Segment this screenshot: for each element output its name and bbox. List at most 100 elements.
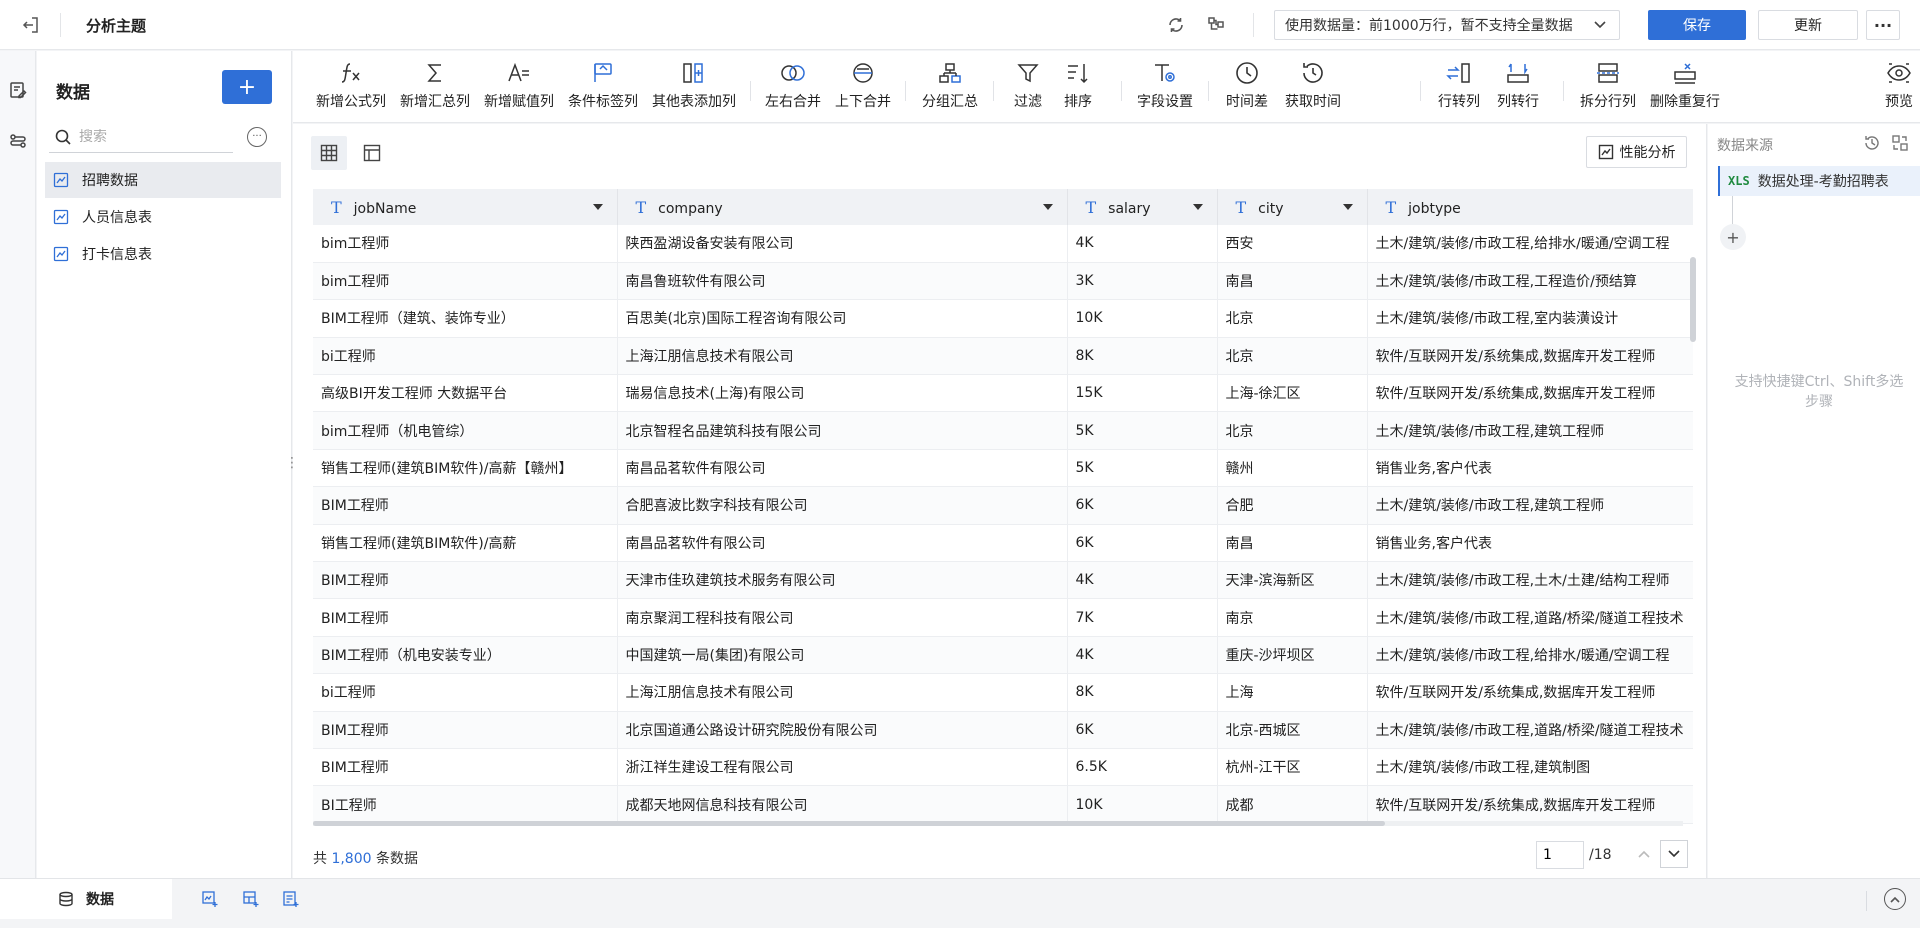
table-cell-jobName[interactable]: bim工程师 xyxy=(313,225,618,263)
table-cell-company[interactable]: 上海江朋信息技术有限公司 xyxy=(617,673,1068,712)
add-data-button[interactable]: + xyxy=(222,70,272,104)
table-cell-jobtype[interactable]: 软件/互联网开发/系统集成,数据库开发工程师 xyxy=(1367,673,1693,712)
table-cell-jobName[interactable]: bim工程师（机电管综） xyxy=(313,411,618,450)
table-cell-company[interactable]: 百思美(北京)国际工程咨询有限公司 xyxy=(617,299,1068,338)
table-cell-company[interactable]: 成都天地网信息科技有限公司 xyxy=(617,785,1068,824)
table-cell-salary[interactable]: 6K xyxy=(1067,486,1218,525)
chevron-down-icon[interactable] xyxy=(1660,840,1688,868)
tool-sort[interactable]: 排序 xyxy=(1054,57,1102,117)
caret-down-icon[interactable] xyxy=(1342,204,1353,210)
data-edit-icon[interactable] xyxy=(6,78,30,102)
lineage-icon[interactable] xyxy=(1203,13,1229,37)
table-cell-jobtype[interactable]: 土木/建筑/装修/市政工程,给排水/暖通/空调工程 xyxy=(1367,636,1693,675)
table-cell-jobtype[interactable]: 销售业务,客户代表 xyxy=(1367,524,1693,563)
table-row[interactable]: 高级BI开发工程师 大数据平台 瑞易信息技术(上海)有限公司 15K 上海-徐汇区 软件… xyxy=(313,374,1693,413)
search-input[interactable] xyxy=(79,128,219,145)
table-cell-city[interactable]: 杭州-江干区 xyxy=(1217,748,1368,787)
tool-filter[interactable]: 过滤 xyxy=(1004,57,1052,117)
add-dashboard-icon[interactable] xyxy=(239,887,263,911)
table-cell-jobName[interactable]: BIM工程师（建筑、装饰专业） xyxy=(313,299,618,338)
table-cell-jobName[interactable]: BI工程师 xyxy=(313,785,618,824)
table-cell-company[interactable]: 天津市佳玖建筑技术服务有限公司 xyxy=(617,561,1068,600)
table-cell-salary[interactable]: 10K xyxy=(1067,299,1218,338)
table-cell-city[interactable]: 重庆-沙坪坝区 xyxy=(1217,636,1368,675)
table-cell-company[interactable]: 浙江祥生建设工程有限公司 xyxy=(617,748,1068,787)
table-cell-city[interactable]: 西安 xyxy=(1217,225,1368,263)
table-cell-jobName[interactable]: 高级BI开发工程师 大数据平台 xyxy=(313,374,618,413)
tool-add-column-from-table[interactable]: 其他表添加列 xyxy=(649,57,739,117)
grid-view-icon[interactable] xyxy=(311,136,347,170)
table-cell-jobtype[interactable]: 土木/建筑/装修/市政工程,室内装潢设计 xyxy=(1367,299,1693,338)
data-volume-select[interactable]: 使用数据量：前1000万行，暂不支持全量数据 xyxy=(1274,10,1620,40)
table-row[interactable]: BIM工程师（机电安装专业） 中国建筑一局(集团)有限公司 4K 重庆-沙坪坝区 土木/… xyxy=(313,636,1693,675)
table-cell-jobName[interactable]: BIM工程师（机电安装专业） xyxy=(313,636,618,675)
table-row[interactable]: 销售工程师(建筑BIM软件)/高薪【赣州】 南昌品茗软件有限公司 5K 赣州 销售业务,… xyxy=(313,449,1693,488)
table-cell-city[interactable]: 上海 xyxy=(1217,673,1368,712)
table-cell-jobtype[interactable]: 土木/建筑/装修/市政工程,工程造价/预结算 xyxy=(1367,262,1693,301)
tool-condition-tag-column[interactable]: 条件标签列 xyxy=(565,57,641,117)
table-row[interactable]: bim工程师 陕西盈湖设备安装有限公司 4K 西安 土木/建筑/装修/市政工程,给排水/… xyxy=(313,225,1693,263)
table-cell-salary[interactable]: 10K xyxy=(1067,785,1218,824)
performance-analysis-button[interactable]: 性能分析 xyxy=(1586,136,1687,168)
table-row[interactable]: BI工程师 成都天地网信息科技有限公司 10K 成都 软件/互联网开发/系统集成,数据库… xyxy=(313,785,1693,824)
sidebar-item-recruitment[interactable]: 招聘数据 xyxy=(45,162,281,198)
more-options-button[interactable]: ··· xyxy=(1866,10,1900,40)
table-row[interactable]: BIM工程师 天津市佳玖建筑技术服务有限公司 4K 天津-滨海新区 土木/建筑/装修/市… xyxy=(313,561,1693,600)
tab-data[interactable]: 数据 xyxy=(0,879,172,919)
collapse-panel-icon[interactable] xyxy=(1890,133,1910,153)
table-cell-salary[interactable]: 15K xyxy=(1067,374,1218,413)
table-cell-company[interactable]: 合肥喜波比数字科技有限公司 xyxy=(617,486,1068,525)
add-report-icon[interactable] xyxy=(279,887,303,911)
add-step-button[interactable]: + xyxy=(1720,224,1746,250)
table-cell-jobtype[interactable]: 土木/建筑/装修/市政工程,给排水/暖通/空调工程 xyxy=(1367,225,1693,263)
model-icon[interactable] xyxy=(6,129,30,153)
table-cell-jobtype[interactable]: 土木/建筑/装修/市政工程,土木/土建/结构工程师 xyxy=(1367,561,1693,600)
table-cell-jobtype[interactable]: 软件/互联网开发/系统集成,数据库开发工程师 xyxy=(1367,337,1693,376)
tool-group-summary[interactable]: 分组汇总 xyxy=(918,57,982,117)
table-row[interactable]: BIM工程师 合肥喜波比数字科技有限公司 6K 合肥 土木/建筑/装修/市政工程,建筑工… xyxy=(313,486,1693,525)
sidebar-item-personnel[interactable]: 人员信息表 xyxy=(45,199,281,235)
caret-down-icon[interactable] xyxy=(592,204,603,210)
tool-horizontal-merge[interactable]: 左右合并 xyxy=(761,57,825,117)
table-row[interactable]: BIM工程师（建筑、装饰专业） 百思美(北京)国际工程咨询有限公司 10K 北京 土木/… xyxy=(313,299,1693,338)
tool-field-settings[interactable]: 字段设置 xyxy=(1133,57,1197,117)
table-cell-city[interactable]: 南京 xyxy=(1217,598,1368,637)
table-cell-jobName[interactable]: BIM工程师 xyxy=(313,748,618,787)
tool-new-summary-column[interactable]: 新增汇总列 xyxy=(397,57,473,117)
table-cell-company[interactable]: 上海江朋信息技术有限公司 xyxy=(617,337,1068,376)
tool-time-diff[interactable]: 时间差 xyxy=(1219,57,1275,117)
refresh-icon[interactable] xyxy=(1163,13,1189,37)
table-cell-city[interactable]: 北京 xyxy=(1217,299,1368,338)
add-component-icon[interactable] xyxy=(198,887,222,911)
step-data-source[interactable]: XLS 数据处理-考勤招聘表 xyxy=(1718,166,1920,196)
tool-get-time[interactable]: 获取时间 xyxy=(1281,57,1345,117)
table-cell-city[interactable]: 天津-滨海新区 xyxy=(1217,561,1368,600)
table-cell-jobtype[interactable]: 销售业务,客户代表 xyxy=(1367,449,1693,488)
sidebar-item-attendance[interactable]: 打卡信息表 xyxy=(45,236,281,272)
tool-vertical-merge[interactable]: 上下合并 xyxy=(831,57,895,117)
caret-down-icon[interactable] xyxy=(1042,204,1053,210)
scrollbar-thumb[interactable] xyxy=(313,821,1385,826)
table-cell-jobName[interactable]: bi工程师 xyxy=(313,673,618,712)
table-cell-company[interactable]: 瑞易信息技术(上海)有限公司 xyxy=(617,374,1068,413)
chevron-up-circle-icon[interactable] xyxy=(1884,888,1906,910)
table-cell-salary[interactable]: 7K xyxy=(1067,598,1218,637)
table-cell-jobName[interactable]: bim工程师 xyxy=(313,262,618,301)
chevron-up-icon[interactable] xyxy=(1632,840,1656,868)
exit-icon[interactable] xyxy=(18,13,44,37)
table-cell-jobName[interactable]: BIM工程师 xyxy=(313,598,618,637)
table-cell-city[interactable]: 成都 xyxy=(1217,785,1368,824)
table-cell-jobName[interactable]: BIM工程师 xyxy=(313,486,618,525)
column-header-jobtype[interactable]: Tjobtype xyxy=(1367,189,1693,225)
table-cell-jobtype[interactable]: 土木/建筑/装修/市政工程,建筑制图 xyxy=(1367,748,1693,787)
table-cell-jobtype[interactable]: 土木/建筑/装修/市政工程,建筑工程师 xyxy=(1367,486,1693,525)
table-row[interactable]: bim工程师 南昌鲁班软件有限公司 3K 南昌 土木/建筑/装修/市政工程,工程造价/预… xyxy=(313,262,1693,301)
table-cell-jobName[interactable]: 销售工程师(建筑BIM软件)/高薪【赣州】 xyxy=(313,449,618,488)
table-cell-jobtype[interactable]: 土木/建筑/装修/市政工程,道路/桥梁/隧道工程技术 xyxy=(1367,711,1693,749)
table-view-icon[interactable] xyxy=(354,136,390,170)
table-cell-salary[interactable]: 5K xyxy=(1067,449,1218,488)
table-cell-city[interactable]: 南昌 xyxy=(1217,262,1368,301)
history-icon[interactable] xyxy=(1862,133,1882,153)
table-cell-salary[interactable]: 8K xyxy=(1067,337,1218,376)
tool-row-to-column[interactable]: 行转列 xyxy=(1431,57,1487,117)
